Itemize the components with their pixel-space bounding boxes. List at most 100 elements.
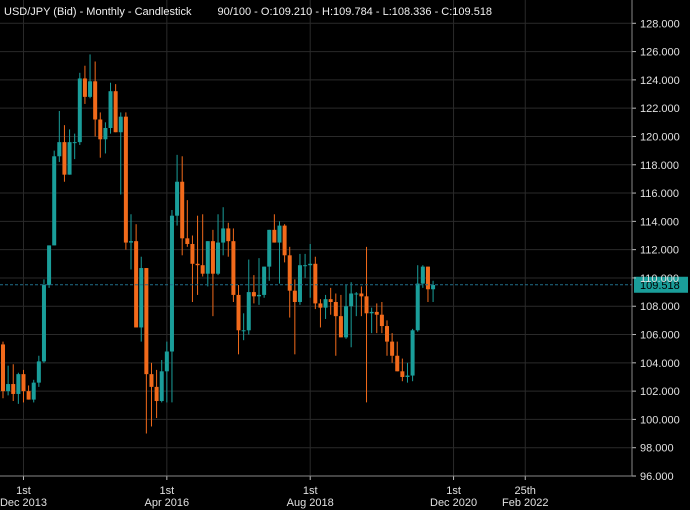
candle-body (415, 283, 420, 331)
candle-body (323, 299, 328, 308)
y-tick-label: 128.000 (640, 18, 680, 30)
candle-body (118, 116, 123, 133)
candle-body (236, 294, 241, 331)
candle-body (123, 116, 128, 243)
last-price-line: 109.518 (0, 276, 688, 293)
candle-body (31, 382, 36, 400)
x-tick-month: Dec 2013 (0, 497, 47, 509)
candle-body (149, 374, 154, 387)
candle-body (257, 294, 261, 297)
y-tick-label: 124.000 (640, 75, 680, 87)
candle-body (313, 263, 318, 304)
candle-body (36, 361, 41, 383)
x-tick-day: 1st (303, 485, 318, 497)
y-tick-label: 122.000 (640, 103, 680, 115)
candle-body (349, 293, 354, 307)
candles-group (1, 54, 436, 434)
candle-body (21, 374, 26, 392)
candle-body (272, 229, 277, 243)
candle-body (210, 241, 215, 274)
candle-body (231, 241, 236, 295)
candle-body (216, 242, 221, 274)
candle-body (333, 301, 338, 317)
y-tick-label: 102.000 (640, 386, 680, 398)
y-tick-label: 112.000 (640, 245, 679, 257)
candle-body (144, 268, 149, 375)
candle-body (57, 142, 62, 157)
candle-body (52, 156, 57, 246)
y-tick-label: 98.000 (640, 443, 674, 455)
candle-body (267, 229, 272, 267)
y-tick-label: 120.000 (640, 131, 680, 143)
candle-body (282, 225, 287, 256)
candle-body (41, 285, 46, 362)
candle-body (338, 316, 343, 338)
candle-body (77, 78, 82, 143)
candle-body (98, 119, 103, 140)
candle-body (277, 225, 282, 243)
candle-body (195, 263, 200, 266)
candle-body (113, 91, 118, 133)
candle-body (139, 268, 144, 328)
x-tick-day: 1st (16, 485, 31, 497)
chart-title: USD/JPY (Bid) - Monthly - Candlestick (4, 6, 192, 18)
candle-body (374, 311, 379, 315)
candle-body (364, 296, 369, 314)
candle-body (328, 299, 333, 302)
candle-body (308, 263, 313, 266)
candle-body (16, 374, 21, 394)
candle-body (318, 303, 323, 308)
candle-body (292, 290, 297, 302)
candle-body (154, 386, 159, 402)
y-axis: 96.000 98.000 100.000 102.000 104.000 106.000… (631, 0, 680, 483)
x-tick-month: Aug 2018 (287, 497, 334, 509)
candle-body (431, 285, 436, 290)
candle-body (262, 266, 267, 295)
y-tick-label: 118.000 (640, 160, 679, 172)
x-tick-day: 25th (515, 485, 536, 497)
y-tick-label: 114.000 (640, 216, 679, 228)
candle-body (385, 326, 389, 342)
y-tick-label: 110.000 (640, 273, 679, 285)
candle-body (72, 142, 77, 144)
candle-body (11, 384, 16, 394)
candle-body (1, 344, 5, 392)
y-tick-label: 106.000 (640, 330, 680, 342)
candle-body (241, 330, 246, 332)
y-tick-label: 126.000 (640, 47, 680, 59)
x-axis: 1stDec 20131stApr 20161stAug 20181stDec … (0, 475, 632, 509)
x-tick-month: Dec 2020 (430, 497, 477, 509)
candle-body (420, 266, 425, 284)
candle-body (395, 355, 400, 372)
candle-body (287, 255, 292, 291)
candle-body (93, 81, 98, 120)
candle-body (175, 181, 180, 216)
candle-body (180, 181, 185, 239)
candle-body (344, 306, 349, 338)
y-tick-label: 100.000 (640, 414, 680, 426)
candle-body (369, 311, 374, 314)
candle-body (297, 265, 302, 302)
candle-body (129, 241, 133, 243)
candle-body (164, 351, 169, 372)
candle-body (103, 127, 108, 140)
candle-body (67, 142, 72, 175)
candlestick-chart: 109.518 96.000 98.000 100.000 102.000 104.00… (0, 0, 688, 509)
candle-body (108, 91, 113, 128)
candle-body (185, 238, 190, 244)
candle-body (221, 228, 226, 243)
x-tick-day: 1st (159, 485, 174, 497)
candle-body (82, 78, 87, 97)
candle-body (159, 371, 164, 402)
y-tick-label: 116.000 (640, 188, 679, 200)
candle-body (6, 384, 11, 392)
chart-header: USD/JPY (Bid) - Monthly - Candlestick 90/… (4, 6, 492, 18)
ohlc-info: 90/100 - O:109.210 - H:109.784 - L:108.3… (217, 6, 493, 18)
candle-body (410, 330, 415, 376)
candle-body (62, 142, 67, 175)
candle-body (400, 371, 405, 377)
candle-body (390, 341, 395, 356)
candle-body (246, 292, 251, 331)
y-tick-label: 96.000 (640, 471, 674, 483)
candle-body (251, 292, 256, 297)
